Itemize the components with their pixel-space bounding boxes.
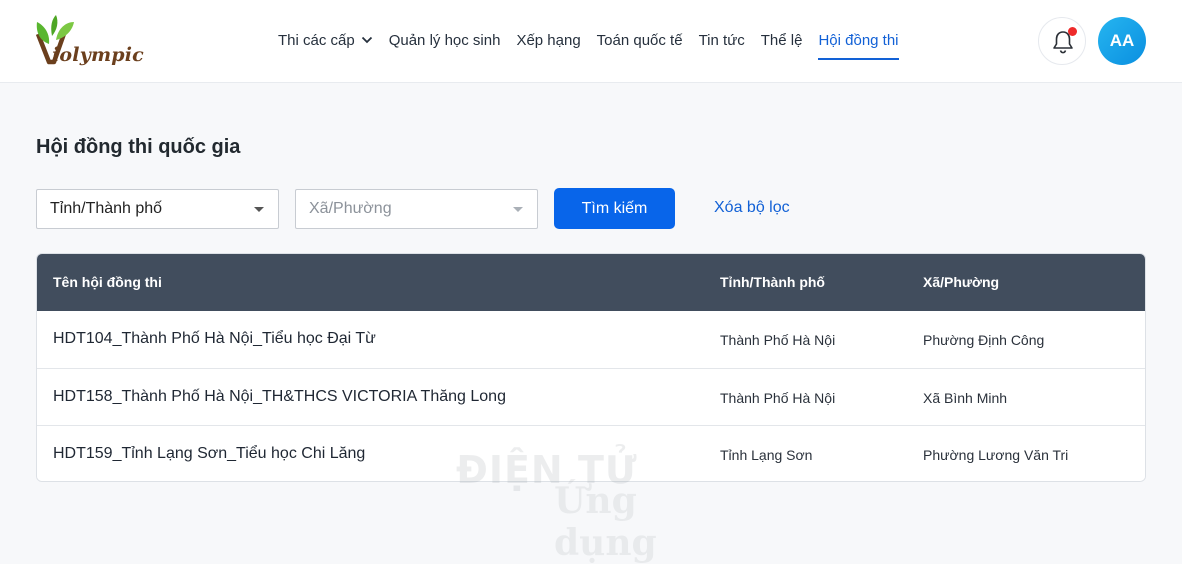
ward-select[interactable]: Xã/Phường	[295, 189, 538, 229]
watermark-line-2: Ứng dụng	[554, 480, 657, 564]
table-header: Tên hội đồng thi Tỉnh/Thành phố Xã/Phườn…	[37, 254, 1145, 311]
logo-text: iolympic	[52, 44, 144, 66]
chevron-down-icon	[361, 36, 372, 43]
nav-item-the-le[interactable]: Thể lệ	[761, 31, 803, 59]
cell-ward: Xã Bình Minh	[923, 390, 1008, 406]
cell-council-name: HDT158_Thành Phố Hà Nội_TH&THCS VICTORIA…	[53, 388, 506, 405]
notification-button[interactable]	[1038, 17, 1086, 65]
avatar[interactable]: AA	[1098, 17, 1146, 65]
column-header-province[interactable]: Tỉnh/Thành phố	[720, 274, 825, 290]
province-select-value: Tỉnh/Thành phố	[50, 200, 163, 217]
notification-dot	[1068, 27, 1077, 36]
cell-council-name: HDT159_Tỉnh Lạng Sơn_Tiểu học Chi Lăng	[53, 445, 366, 462]
main-nav: Thi các cấp Quản lý học sinh Xếp hạng To…	[278, 31, 915, 60]
watermark: ĐIỆN TỬ Ứng dụng	[456, 448, 726, 564]
column-header-name[interactable]: Tên hội đồng thi	[53, 274, 162, 290]
violympic-logo[interactable]: iolympic	[34, 14, 154, 70]
cell-province: Thành Phố Hà Nội	[720, 390, 836, 406]
province-select[interactable]: Tỉnh/Thành phố	[36, 189, 279, 229]
cell-province: Thành Phố Hà Nội	[720, 332, 836, 348]
nav-item-hoi-dong-thi[interactable]: Hội đồng thi	[818, 31, 899, 60]
table-row[interactable]: HDT158_Thành Phố Hà Nội_TH&THCS VICTORIA…	[37, 368, 1145, 425]
nav-item-thi-cac-cap[interactable]: Thi các cấp	[278, 31, 373, 59]
caret-down-icon	[513, 207, 523, 212]
nav-item-toan-quoc-te[interactable]: Toán quốc tế	[597, 31, 683, 59]
cell-ward: Phường Định Công	[923, 332, 1045, 348]
table-row[interactable]: HDT104_Thành Phố Hà Nội_Tiểu học Đại Từ …	[37, 311, 1145, 368]
cell-ward: Phường Lương Văn Tri	[923, 447, 1069, 463]
nav-item-quan-ly-hoc-sinh[interactable]: Quản lý học sinh	[389, 31, 501, 59]
column-header-ward[interactable]: Xã/Phường	[923, 274, 999, 290]
cell-council-name: HDT104_Thành Phố Hà Nội_Tiểu học Đại Từ	[53, 330, 376, 347]
search-button[interactable]: Tìm kiếm	[554, 188, 675, 229]
ward-select-placeholder: Xã/Phường	[309, 200, 392, 217]
page-title: Hội đồng thi quốc gia	[36, 136, 241, 158]
clear-filter-link[interactable]: Xóa bộ lọc	[714, 199, 790, 217]
nav-item-label: Thi các cấp	[278, 32, 355, 49]
cell-province: Tỉnh Lạng Sơn	[720, 447, 813, 463]
nav-item-xep-hang[interactable]: Xếp hạng	[516, 31, 580, 59]
caret-down-icon	[254, 207, 264, 212]
top-header: iolympic Thi các cấp Quản lý học sinh Xế…	[0, 0, 1182, 83]
nav-item-tin-tuc[interactable]: Tin tức	[699, 31, 745, 59]
